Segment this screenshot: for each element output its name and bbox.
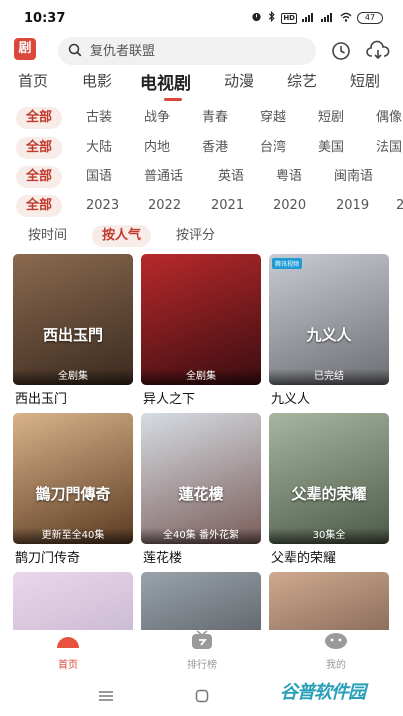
tab-home[interactable]: 首页 bbox=[18, 70, 48, 91]
poster-title-art: 西出玉門 bbox=[42, 326, 103, 344]
language-filter-item[interactable]: 普通话 bbox=[144, 166, 183, 188]
tab-tv-series[interactable]: 电视剧 bbox=[140, 69, 191, 94]
show-poster[interactable]: 西出玉門 全剧集 bbox=[13, 254, 133, 385]
show-poster[interactable]: 全剧集 bbox=[141, 254, 261, 385]
nav-ranking-label: 排行榜 bbox=[187, 660, 217, 671]
search-input[interactable] bbox=[90, 43, 290, 59]
show-title[interactable]: 父辈的荣耀 bbox=[271, 547, 336, 566]
year-filter-item[interactable]: 2 bbox=[396, 195, 403, 217]
year-filter-row: 全部 2023 2022 2021 2020 2019 2 bbox=[0, 195, 403, 219]
poster-title-art: 蓮花樓 bbox=[178, 485, 224, 503]
nav-home[interactable]: 首页 bbox=[28, 630, 108, 671]
genre-filter-row: 全部 古装 战争 青春 穿越 短剧 偶像 bbox=[0, 107, 403, 131]
nav-home-label: 首页 bbox=[58, 660, 78, 671]
region-filter-row: 全部 大陆 内地 香港 台湾 美国 法国 bbox=[0, 137, 403, 161]
show-title[interactable]: 莲花楼 bbox=[143, 547, 182, 566]
show-poster[interactable]: 父辈的荣耀 30集全 bbox=[269, 413, 389, 544]
genre-filter-item[interactable]: 战争 bbox=[144, 107, 170, 129]
episode-status-badge: 全剧集 bbox=[141, 369, 261, 385]
hd-badge: HD bbox=[281, 12, 297, 24]
nav-profile-label: 我的 bbox=[326, 660, 346, 671]
genre-filter-item[interactable]: 偶像 bbox=[376, 107, 402, 129]
sort-row: 按时间 按人气 按评分 bbox=[0, 225, 403, 249]
region-filter-all[interactable]: 全部 bbox=[16, 137, 63, 159]
region-filter-item[interactable]: 法国 bbox=[376, 137, 402, 159]
ranking-tv-icon bbox=[189, 630, 215, 654]
search-icon bbox=[68, 42, 82, 61]
episode-status-badge: 更新至全40集 bbox=[13, 528, 133, 544]
poster-platform-tag: 腾讯视频 bbox=[272, 258, 303, 269]
header: 剧 bbox=[0, 36, 403, 66]
home-square-icon[interactable] bbox=[195, 688, 209, 707]
year-filter-item[interactable]: 2020 bbox=[273, 195, 306, 217]
status-icons: HD 47 bbox=[251, 10, 383, 25]
active-tab-indicator bbox=[164, 98, 182, 101]
battery-indicator: 47 bbox=[357, 12, 383, 24]
region-filter-item[interactable]: 美国 bbox=[318, 137, 344, 159]
nav-ranking[interactable]: 排行榜 bbox=[162, 630, 242, 671]
poster-title-art: 鵲刀門傳奇 bbox=[35, 485, 111, 503]
show-title[interactable]: 鹊刀门传奇 bbox=[15, 547, 80, 566]
episode-status-badge: 全剧集 bbox=[13, 369, 133, 385]
profile-icon bbox=[323, 633, 349, 654]
region-filter-item[interactable]: 台湾 bbox=[260, 137, 286, 159]
history-clock-icon[interactable] bbox=[330, 40, 352, 62]
search-box[interactable] bbox=[58, 37, 316, 65]
year-filter-item[interactable]: 2019 bbox=[336, 195, 369, 217]
genre-filter-item[interactable]: 短剧 bbox=[318, 107, 344, 129]
poster-title-art: 九义人 bbox=[306, 326, 352, 344]
year-filter-item[interactable]: 2021 bbox=[211, 195, 244, 217]
tab-anime[interactable]: 动漫 bbox=[224, 70, 254, 91]
language-filter-item[interactable]: 英语 bbox=[218, 166, 244, 188]
genre-filter-item[interactable]: 青春 bbox=[202, 107, 228, 129]
episode-status-badge: 已完结 bbox=[269, 369, 389, 385]
signal-icon bbox=[302, 12, 316, 25]
nav-profile[interactable]: 我的 bbox=[296, 630, 376, 671]
category-tabs: 首页 电影 电视剧 动漫 综艺 短剧 bbox=[0, 70, 403, 102]
language-filter-row: 全部 国语 普通话 英语 粤语 闽南语 bbox=[0, 166, 403, 190]
bluetooth-icon bbox=[267, 10, 276, 25]
year-filter-item[interactable]: 2022 bbox=[148, 195, 181, 217]
tab-short-drama[interactable]: 短剧 bbox=[350, 70, 380, 91]
sort-by-time[interactable]: 按时间 bbox=[28, 225, 67, 247]
language-filter-item[interactable]: 国语 bbox=[86, 166, 112, 188]
show-poster[interactable]: 九义人 腾讯视频已完结 bbox=[269, 254, 389, 385]
alarm-icon bbox=[251, 11, 262, 25]
episode-status-badge: 全40集 番外花絮 bbox=[141, 528, 261, 544]
show-title[interactable]: 异人之下 bbox=[143, 388, 195, 407]
watermark: 谷普软件园 bbox=[280, 682, 366, 703]
show-title[interactable]: 西出玉门 bbox=[15, 388, 67, 407]
genre-filter-item[interactable]: 穿越 bbox=[260, 107, 286, 129]
year-filter-item[interactable]: 2023 bbox=[86, 195, 119, 217]
bottom-nav: 首页 排行榜 我的 bbox=[0, 630, 403, 676]
region-filter-item[interactable]: 香港 bbox=[202, 137, 228, 159]
show-poster[interactable]: 鵲刀門傳奇更新至全40集 bbox=[13, 413, 133, 544]
language-filter-all[interactable]: 全部 bbox=[16, 166, 63, 188]
signal-icon-2 bbox=[321, 12, 335, 25]
genre-filter-item[interactable]: 古装 bbox=[86, 107, 112, 129]
poster-title-art: 父辈的荣耀 bbox=[291, 485, 367, 503]
episode-status-badge: 30集全 bbox=[269, 528, 389, 544]
show-title[interactable]: 九义人 bbox=[271, 388, 310, 407]
app-logo: 剧 bbox=[14, 38, 36, 60]
region-filter-item[interactable]: 大陆 bbox=[86, 137, 112, 159]
status-bar: 10:37 HD 47 bbox=[0, 0, 403, 36]
language-filter-item[interactable]: 闽南语 bbox=[334, 166, 373, 188]
home-icon bbox=[54, 635, 82, 654]
genre-filter-all[interactable]: 全部 bbox=[16, 107, 63, 129]
region-filter-item[interactable]: 内地 bbox=[144, 137, 170, 159]
year-filter-all[interactable]: 全部 bbox=[16, 195, 63, 217]
cloud-download-icon[interactable] bbox=[366, 40, 390, 62]
status-time: 10:37 bbox=[24, 10, 66, 26]
tab-variety[interactable]: 综艺 bbox=[287, 70, 317, 91]
menu-icon[interactable] bbox=[98, 688, 114, 707]
sort-by-popularity[interactable]: 按人气 bbox=[92, 225, 152, 247]
sort-by-rating[interactable]: 按评分 bbox=[176, 225, 215, 247]
language-filter-item[interactable]: 粤语 bbox=[276, 166, 302, 188]
show-poster[interactable]: 蓮花樓全40集 番外花絮 bbox=[141, 413, 261, 544]
wifi-icon bbox=[340, 12, 352, 25]
tab-movie[interactable]: 电影 bbox=[82, 70, 112, 91]
